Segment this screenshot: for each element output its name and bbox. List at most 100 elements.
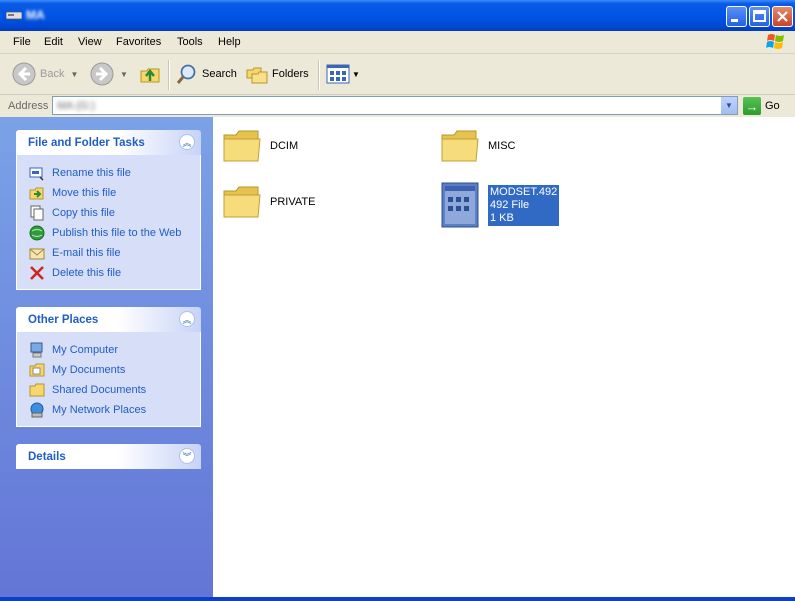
task-move-file[interactable]: Move this file — [17, 183, 200, 203]
minimize-icon — [731, 19, 738, 22]
menu-edit[interactable]: Edit — [44, 36, 63, 48]
item-name: PRIVATE — [270, 196, 316, 208]
title-bar[interactable]: MA — [0, 0, 795, 31]
rename-icon — [29, 167, 44, 181]
place-my-network-places[interactable]: My Network Places — [17, 400, 200, 420]
menu-tools[interactable]: Tools — [177, 36, 203, 48]
close-button[interactable] — [772, 6, 793, 27]
task-rename-file[interactable]: Rename this file — [17, 163, 200, 183]
address-input[interactable]: MA (G:) ▼ — [52, 96, 738, 115]
place-label: My Network Places — [52, 404, 147, 416]
views-dropdown-icon[interactable]: ▼ — [352, 70, 360, 79]
details-header[interactable]: Details ︾ — [16, 444, 201, 469]
menu-bar: File Edit View Favorites Tools Help — [0, 31, 795, 54]
file-item-modset[interactable]: MODSET.492 492 File 1 KB — [440, 181, 560, 229]
file-folder-tasks-title: File and Folder Tasks — [28, 137, 145, 149]
folders-label: Folders — [272, 68, 309, 80]
delete-icon — [30, 266, 44, 280]
item-name: MISC — [488, 140, 516, 152]
views-icon — [326, 64, 350, 84]
details-panel: Details ︾ — [16, 444, 201, 469]
item-size: 1 KB — [490, 211, 514, 224]
back-dropdown-icon[interactable]: ▼ — [70, 70, 78, 79]
menu-favorites[interactable]: Favorites — [116, 36, 161, 48]
task-label: Rename this file — [52, 167, 131, 179]
menu-file[interactable]: File — [13, 36, 31, 48]
task-publish-web[interactable]: Publish this file to the Web — [17, 223, 200, 243]
place-label: My Computer — [52, 344, 119, 356]
folder-icon — [441, 130, 479, 162]
folder-item-misc[interactable]: MISC — [440, 127, 516, 165]
shared-documents-icon — [29, 383, 45, 397]
folder-item-dcim[interactable]: DCIM — [222, 127, 298, 165]
task-label: Move this file — [52, 187, 117, 199]
task-pane: File and Folder Tasks ︽ Rename this file… — [0, 117, 213, 597]
back-label: Back — [40, 68, 65, 80]
place-shared-documents[interactable]: Shared Documents — [17, 380, 200, 400]
copy-icon — [30, 205, 44, 221]
place-my-documents[interactable]: My Documents — [17, 360, 200, 380]
place-label: Shared Documents — [52, 384, 147, 396]
search-button[interactable]: Search — [176, 62, 237, 86]
other-places-header[interactable]: Other Places ︽ — [16, 307, 201, 332]
selected-file-label: MODSET.492 492 File 1 KB — [488, 184, 560, 226]
explorer-window: MA File Edit View Favorites Tools Help B… — [0, 0, 795, 601]
item-name: DCIM — [270, 140, 299, 152]
back-button[interactable]: Back ▼ — [12, 62, 78, 86]
toolbar: Back ▼ ▼ Search Folders ▼ — [0, 54, 795, 95]
folders-button[interactable]: Folders — [246, 62, 309, 86]
forward-dropdown-icon[interactable]: ▼ — [120, 70, 128, 79]
toolbar-separator — [168, 60, 170, 90]
expand-chevron-icon[interactable]: ︾ — [179, 448, 195, 464]
window-bottom-border — [0, 597, 795, 601]
folder-icon — [223, 186, 261, 218]
place-my-computer[interactable]: My Computer — [17, 340, 200, 360]
collapse-chevron-icon[interactable]: ︽ — [179, 311, 195, 327]
task-copy-file[interactable]: Copy this file — [17, 203, 200, 223]
details-title: Details — [28, 451, 66, 463]
my-documents-icon — [29, 363, 45, 377]
address-label: Address — [8, 100, 49, 112]
web-publish-icon — [29, 225, 45, 241]
maximize-icon — [753, 10, 766, 22]
minimize-button[interactable] — [726, 6, 747, 27]
my-computer-icon — [30, 342, 43, 358]
menu-help[interactable]: Help — [218, 36, 241, 48]
maximize-button[interactable] — [749, 6, 770, 27]
task-label: Delete this file — [52, 267, 122, 279]
search-label: Search — [202, 68, 237, 80]
forward-button[interactable]: ▼ — [90, 62, 128, 86]
address-bar: Address MA (G:) ▼ → Go — [0, 95, 795, 117]
go-label: Go — [765, 100, 780, 112]
windows-logo-icon — [766, 34, 784, 49]
collapse-chevron-icon[interactable]: ︽ — [179, 134, 195, 150]
file-folder-tasks-header[interactable]: File and Folder Tasks ︽ — [16, 130, 201, 155]
file-folder-tasks-panel: File and Folder Tasks ︽ Rename this file… — [16, 130, 201, 290]
task-label: Publish this file to the Web — [52, 227, 182, 239]
task-label: Copy this file — [52, 207, 115, 219]
other-places-list: My Computer My Documents Shared Document… — [16, 332, 201, 427]
other-places-panel: Other Places ︽ My Computer My Documents … — [16, 307, 201, 427]
window-title: MA — [26, 8, 45, 22]
forward-arrow-icon — [90, 62, 114, 86]
folder-up-icon — [140, 68, 160, 83]
file-folder-tasks-list: Rename this file Move this file Copy thi… — [16, 155, 201, 290]
task-email-file[interactable]: E-mail this file — [17, 243, 200, 263]
item-type: 492 File — [490, 198, 530, 211]
address-dropdown-icon[interactable]: ▼ — [720, 97, 737, 114]
menu-view[interactable]: View — [78, 36, 102, 48]
item-name: MODSET.492 — [490, 185, 558, 198]
up-button[interactable] — [139, 62, 161, 86]
network-places-icon — [30, 402, 44, 418]
toolbar-separator — [318, 60, 320, 90]
folder-item-private[interactable]: PRIVATE — [222, 183, 315, 221]
back-arrow-icon — [12, 62, 36, 86]
views-button[interactable]: ▼ — [326, 62, 360, 86]
generic-file-icon — [441, 182, 479, 228]
file-view[interactable]: DCIM MISC PRIVATE MODSET.492 492 File 1 … — [213, 117, 795, 597]
go-button[interactable]: → Go — [743, 97, 780, 115]
place-label: My Documents — [52, 364, 126, 376]
task-delete-file[interactable]: Delete this file — [17, 263, 200, 283]
search-icon — [176, 64, 196, 84]
email-icon — [29, 248, 45, 260]
